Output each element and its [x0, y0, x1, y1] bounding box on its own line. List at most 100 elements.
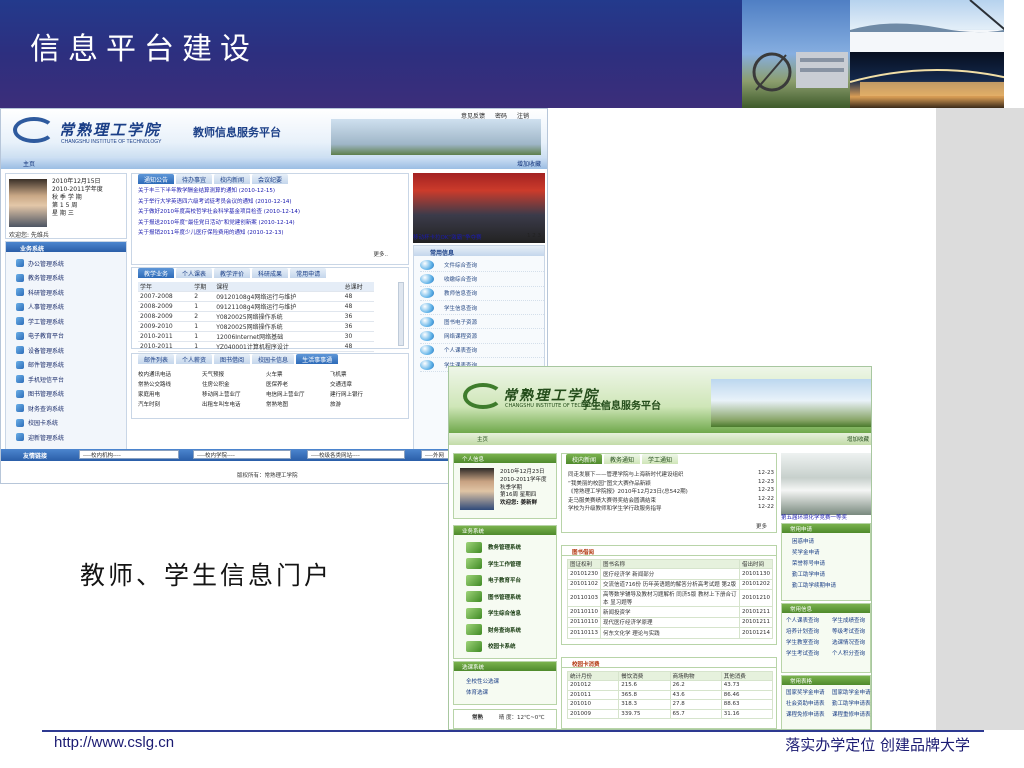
form-link[interactable]: 勤工助学申请表 — [832, 699, 871, 707]
notice-link[interactable]: 关于报送2010年度“最佳党日活动”和党建创新案 (2010-12-14) — [138, 218, 300, 229]
info-link[interactable]: 学生成绩查询 — [832, 616, 871, 624]
notice-link[interactable]: 关于举行大学英语四六级考试徒考员会议的通知 (2010-12-14) — [138, 197, 300, 208]
course-table-scrollbar[interactable] — [398, 282, 404, 346]
life-link[interactable]: 电信网上营业厅 — [266, 390, 330, 398]
news-item[interactable]: 《常熟理工学院报》2010年12月23日(总542期) 12-23 — [568, 487, 774, 496]
common-item[interactable]: 收缴综合查询 — [420, 272, 544, 287]
form-link[interactable]: 课程重修申请表 — [832, 710, 871, 718]
life-link[interactable]: 移动网上营业厅 — [202, 390, 266, 398]
life-link[interactable]: 飞机票 — [330, 370, 394, 378]
info-link[interactable]: 个人积分查询 — [832, 649, 871, 657]
course-select-link[interactable]: 全校性公选课 — [466, 677, 556, 688]
life-link[interactable]: 出租车叫车电话 — [202, 400, 266, 408]
form-link[interactable]: 课程免修申请表 — [786, 710, 832, 718]
apply-link[interactable]: 勤工助学申请 — [792, 570, 870, 581]
feedback-link[interactable]: 意见反馈 — [461, 111, 485, 120]
business-item[interactable]: 手机短信平台 — [16, 372, 126, 387]
apply-link[interactable]: 荣誉称号申请 — [792, 559, 870, 570]
tab-teaching[interactable]: 教学业务 — [138, 268, 175, 278]
life-link[interactable]: 建行网上银行 — [330, 390, 394, 398]
tab-academic-notice[interactable]: 教务通知 — [604, 454, 641, 464]
business-item[interactable]: 财务查询系统 — [16, 401, 126, 416]
photo-pager[interactable]: 1 2 3 — [527, 233, 541, 239]
tab-library[interactable]: 图书借阅 — [214, 354, 251, 364]
footer-url[interactable]: http://www.cslg.cn — [54, 734, 174, 751]
teacher-home-tab[interactable]: 主页 — [23, 159, 35, 168]
apply-link[interactable]: 困惑申请 — [792, 537, 870, 548]
site-select[interactable]: ----校级各类网站---- — [307, 450, 405, 459]
business-item[interactable]: 教务管理系统 — [466, 539, 556, 556]
teacher-add-favorite[interactable]: 增加收藏 — [517, 159, 541, 168]
logout-link[interactable]: 注销 — [517, 111, 529, 120]
form-link[interactable]: 国家助学金申请 — [832, 688, 871, 696]
business-item[interactable]: 邮件管理系统 — [16, 358, 126, 373]
tab-evaluation[interactable]: 教学评价 — [214, 268, 251, 278]
common-item[interactable]: 图书电子资源 — [420, 315, 544, 330]
news-item[interactable]: 学校为升级教师和学生学行政服务指导 12-22 — [568, 504, 774, 513]
form-link[interactable]: 国家奖学金申请 — [786, 688, 832, 696]
student-add-favorite[interactable]: 增加收藏 — [847, 435, 869, 443]
common-item[interactable]: 学生信息查询 — [420, 301, 544, 316]
news-item[interactable]: “我美丽的校园”图文大赛作品新颖 12-23 — [568, 479, 774, 488]
business-item[interactable]: 人事管理系统 — [16, 300, 126, 315]
student-photo-caption[interactable]: 第五届环境化学竞赛一等奖 — [781, 513, 871, 521]
form-link[interactable]: 社会资助申请表 — [786, 699, 832, 707]
tab-mail[interactable]: 邮件列表 — [138, 354, 175, 364]
life-link[interactable]: 火车票 — [266, 370, 330, 378]
apply-link[interactable]: 奖学金申请 — [792, 548, 870, 559]
life-link[interactable]: 常熟公交路线 — [138, 380, 202, 388]
info-link[interactable]: 培养计划查询 — [786, 627, 832, 635]
life-link[interactable]: 住房公积金 — [202, 380, 266, 388]
business-item[interactable]: 校园卡系统 — [466, 638, 556, 655]
info-link[interactable]: 学生考试查询 — [786, 649, 832, 657]
business-item[interactable]: 电子教育平台 — [16, 329, 126, 344]
notice-more-link[interactable]: 更多.. — [374, 250, 389, 258]
life-link[interactable]: 旅游 — [330, 400, 394, 408]
common-item[interactable]: 文件综合查询 — [420, 258, 544, 273]
life-link[interactable]: 医保养老 — [266, 380, 330, 388]
business-item[interactable]: 科研管理系统 — [16, 285, 126, 300]
tab-life[interactable]: 生活事事通 — [296, 354, 339, 364]
teacher-photo-caption[interactable]: 移动杯卡拉OK“激霸”争夺赛 1 2 3 — [413, 233, 545, 241]
tab-salary[interactable]: 个人薪资 — [176, 354, 213, 364]
course-select-link[interactable]: 体育选课 — [466, 688, 556, 699]
business-item[interactable]: 电子教育平台 — [466, 572, 556, 589]
business-item[interactable]: 设备管理系统 — [16, 343, 126, 358]
tab-student-affairs[interactable]: 学工通知 — [642, 454, 679, 464]
business-item[interactable]: 学生工作管理 — [466, 556, 556, 573]
tab-campus-news[interactable]: 校内新闻 — [214, 174, 251, 184]
info-link[interactable]: 选课情况查询 — [832, 638, 871, 646]
apply-link[interactable]: 勤工助学续期申请 — [792, 581, 870, 592]
business-item[interactable]: 教务管理系统 — [16, 271, 126, 286]
news-item[interactable]: 同走发展下——管理学院与上海新时代建设组织 12-23 — [568, 470, 774, 479]
life-link[interactable]: 天气预报 — [202, 370, 266, 378]
tab-minutes[interactable]: 会议纪要 — [252, 174, 289, 184]
common-item[interactable]: 个人课表查询 — [420, 344, 544, 359]
tab-todo[interactable]: 待办事宜 — [176, 174, 213, 184]
common-item[interactable]: 教师信息查询 — [420, 287, 544, 301]
notice-link[interactable]: 关于丰三下半年教学酬金结算测算的通知 (2010-12-15) — [138, 186, 300, 197]
life-link[interactable]: 汽车时刻 — [138, 400, 202, 408]
notice-link[interactable]: 关于报销2011年度少儿医疗保险费用的通知 (2010-12-13) — [138, 228, 300, 239]
life-link[interactable]: 交通违章 — [330, 380, 394, 388]
business-item[interactable]: 学工管理系统 — [16, 314, 126, 329]
info-link[interactable]: 个人课表查询 — [786, 616, 832, 624]
dept-select[interactable]: ----校内机构---- — [79, 450, 179, 459]
info-link[interactable]: 学生教室查询 — [786, 638, 832, 646]
life-link[interactable]: 家庭用电 — [138, 390, 202, 398]
college-select[interactable]: ----校内学院---- — [193, 450, 291, 459]
business-item[interactable]: 校园卡系统 — [16, 416, 126, 431]
tab-timetable[interactable]: 个人课表 — [176, 268, 213, 278]
news-item[interactable]: 走马服美赛绩大赛得奖结会圆满结束 12-22 — [568, 496, 774, 505]
tab-research[interactable]: 科研成果 — [252, 268, 289, 278]
business-item[interactable]: 图书管理系统 — [16, 387, 126, 402]
business-item[interactable]: 学生综合信息 — [466, 605, 556, 622]
tab-applications[interactable]: 常用申请 — [290, 268, 327, 278]
tab-campus-card[interactable]: 校园卡信息 — [252, 354, 295, 364]
business-item[interactable]: 迎新管理系统 — [16, 430, 126, 445]
common-item[interactable]: 网络课程资源 — [420, 329, 544, 344]
notice-link[interactable]: 关于做好2010年度高校哲学社会科学基金项目检查 (2010-12-14) — [138, 207, 300, 218]
password-link[interactable]: 密码 — [495, 111, 507, 120]
info-link[interactable]: 等级考试查询 — [832, 627, 871, 635]
student-news-photo[interactable] — [781, 453, 871, 515]
